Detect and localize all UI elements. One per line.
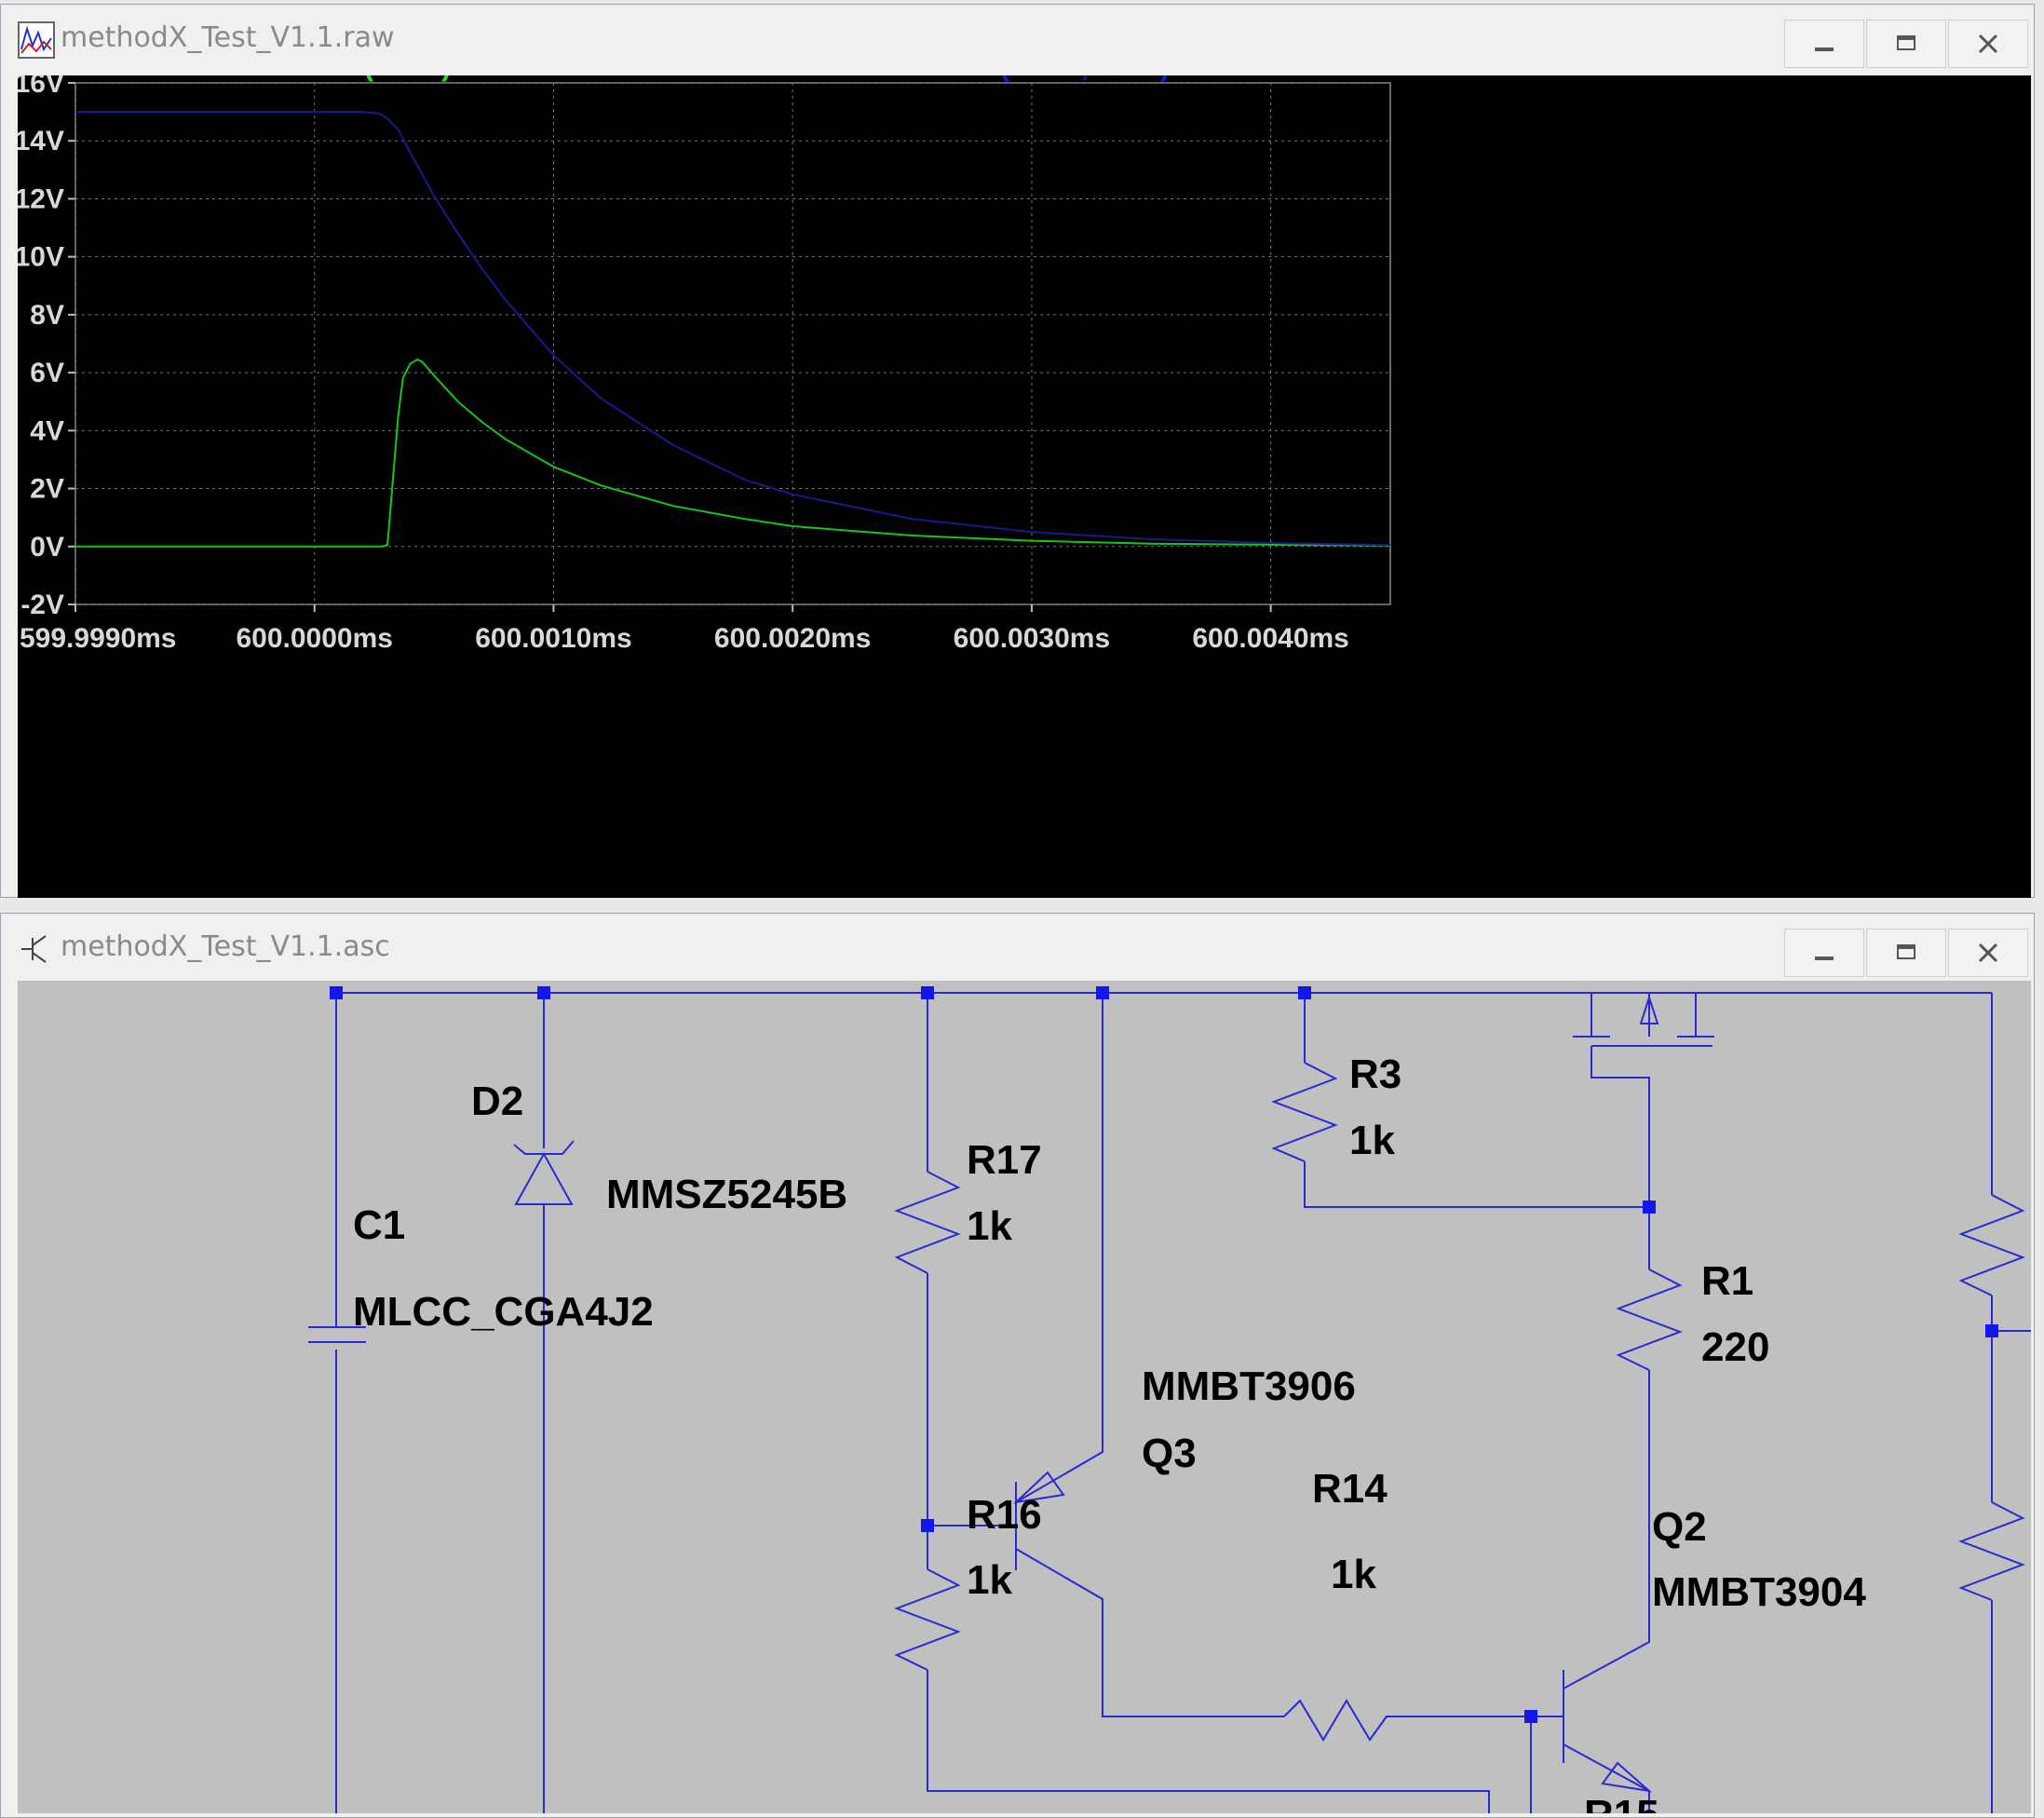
r14-ref-label: R14 (1312, 1466, 1387, 1512)
r1-resistor-symbol (1616, 1269, 1683, 1371)
y-tick-label: 12V (18, 183, 64, 214)
waveform-window[interactable]: methodX_Test_V1.1.raw 16V 14V 12V 10V 8V 6V 4V… (0, 4, 2035, 898)
right-resistor-top-symbol (1958, 1194, 2025, 1296)
x-tick-label: 599.9990ms (20, 623, 177, 654)
window-title: methodX_Test_V1.1.raw (61, 21, 395, 54)
junction-dot (330, 986, 343, 999)
junction-dot (537, 986, 550, 999)
r14-resistor-symbol (1283, 1699, 1531, 1742)
y-tick-label: 14V (18, 126, 64, 156)
close-icon (1978, 943, 1998, 963)
r16-ref-label: R16 (967, 1492, 1042, 1538)
x-tick-label: 600.0030ms (954, 623, 1111, 654)
r15-ref-label: R15 (1584, 1792, 1659, 1813)
close-icon (1978, 34, 1998, 54)
minimize-icon (1815, 47, 1834, 51)
r14-value-label: 1k (1331, 1552, 1376, 1597)
transistor-schematic-icon (21, 935, 47, 963)
minimize-button[interactable] (1784, 20, 1864, 68)
junction-dot (1985, 1324, 1998, 1337)
y-tick-label: 10V (18, 242, 64, 273)
x-tick-label: 600.0010ms (475, 623, 632, 654)
r16-value-label: 1k (967, 1557, 1012, 1603)
d2-value-label: MMSZ5245B (606, 1172, 847, 1217)
r17-resistor-symbol (894, 1171, 961, 1274)
junction-dot (1298, 986, 1311, 999)
r1-value-label: 220 (1701, 1324, 1769, 1370)
y-tick-label: 16V (18, 75, 64, 99)
close-button[interactable] (1948, 20, 2028, 68)
q2-collector-wire (1563, 1432, 1650, 1689)
plot-frame (74, 82, 1391, 605)
q3-emitter-wire (1015, 993, 1103, 1503)
r3-value-label: 1k (1349, 1118, 1395, 1163)
r3-resistor-symbol (1271, 1062, 1338, 1162)
x-tick-label: 600.0000ms (236, 623, 393, 654)
window-title: methodX_Test_V1.1.asc (61, 930, 390, 963)
plot-area[interactable]: 16V 14V 12V 10V 8V 6V 4V 2V 0V -2V 599.9990ms 600.0… (15, 48, 2031, 898)
y-tick-label: 0V (30, 532, 64, 563)
waveform-chart[interactable]: 16V 14V 12V 10V 8V 6V 4V 2V 0V -2V599.9990ms 600.0… (15, 48, 2031, 898)
r3-wire (1304, 993, 1649, 1208)
r17-value-label: 1k (967, 1203, 1012, 1249)
waveform-viewer-icon (18, 21, 55, 59)
junction-dot (1096, 986, 1109, 999)
series-line-0[interactable] (75, 358, 1391, 548)
minimize-icon (1815, 956, 1834, 960)
d2-diode-symbol (514, 1151, 574, 1205)
junction-dot (921, 986, 934, 999)
d2-ref-label: D2 (471, 1079, 523, 1124)
junction-dot (1524, 1710, 1537, 1723)
q2-value-label: MMBT3904 (1652, 1569, 1866, 1615)
q2-ref-label: Q2 (1652, 1504, 1707, 1550)
right-column-wire (1991, 993, 2031, 1813)
y-tick-label: 8V (30, 300, 64, 331)
x-tick-label: 600.0040ms (1192, 623, 1349, 654)
junction-dot (1643, 1201, 1656, 1214)
right-resistor-bottom-symbol (1958, 1501, 2025, 1601)
y-tick-label: 4V (30, 415, 64, 446)
r17-ref-label: R17 (967, 1137, 1042, 1183)
schematic-window[interactable]: methodX_Test_V1.1.asc D2 MMSZ5245B C1 ML… (0, 913, 2035, 1818)
maximize-icon (1897, 35, 1915, 50)
close-button[interactable] (1948, 929, 2028, 977)
schematic-drawing[interactable]: D2 MMSZ5245B C1 MLCC_CGA4J2 R17 1k R16 1… (18, 981, 2031, 1813)
junction-dot (921, 1519, 934, 1532)
minimize-button[interactable] (1784, 929, 1864, 977)
q3-collector-wire (1015, 1548, 1284, 1717)
x-tick-label: 600.0020ms (714, 623, 872, 654)
schematic-canvas[interactable]: D2 MMSZ5245B C1 MLCC_CGA4J2 R17 1k R16 1… (18, 981, 2031, 1813)
r3-ref-label: R3 (1349, 1051, 1401, 1097)
schematic-titlebar[interactable]: methodX_Test_V1.1.asc (1, 914, 2034, 981)
r16-resistor-symbol (894, 1568, 961, 1671)
y-tick-label: -2V (20, 590, 64, 620)
y-tick-label: 6V (30, 358, 64, 388)
y-tick-label: 2V (30, 474, 64, 505)
c1-value-label: MLCC_CGA4J2 (353, 1289, 654, 1335)
maximize-button[interactable] (1866, 20, 1946, 68)
maximize-icon (1897, 944, 1915, 959)
maximize-button[interactable] (1866, 929, 1946, 977)
q3-ref-label: Q3 (1142, 1431, 1197, 1476)
mosfet-symbol (1573, 993, 1714, 1207)
q3-value-label: MMBT3906 (1142, 1364, 1356, 1409)
series-legend-label[interactable]: V(n006) (344, 48, 452, 82)
waveform-titlebar[interactable]: methodX_Test_V1.1.raw (1, 5, 2034, 72)
c1-ref-label: C1 (353, 1202, 405, 1248)
series-legend-label[interactable]: V(N002,N008) (980, 48, 1171, 82)
series-line-1[interactable] (75, 111, 1391, 547)
r1-ref-label: R1 (1701, 1258, 1753, 1304)
